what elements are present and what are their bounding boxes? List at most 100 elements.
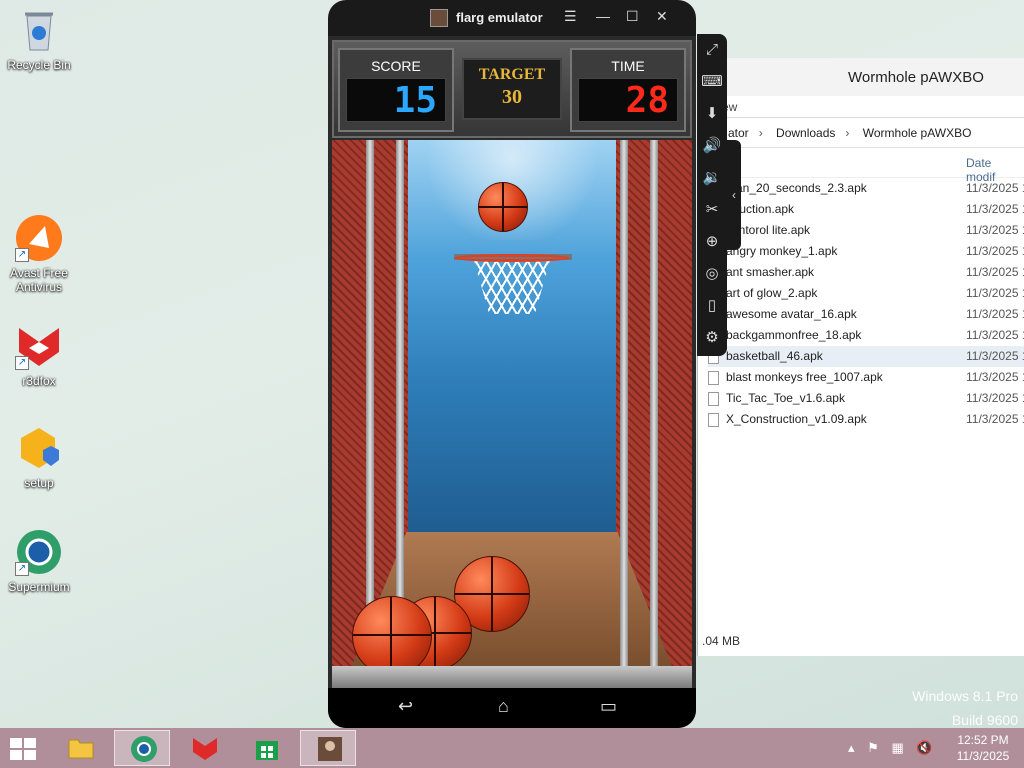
screenshot-cut-icon[interactable]: ✂ — [697, 194, 727, 226]
file-name: man_20_seconds_2.3.apk — [726, 181, 867, 195]
store-icon — [256, 741, 278, 760]
shortcut-arrow-icon: ↗ — [15, 356, 29, 370]
file-row[interactable]: oduction.apk 11/3/2025 1 — [708, 199, 1024, 220]
file-date: 11/3/2025 1 — [966, 307, 1024, 321]
desktop-icon-setup[interactable]: setup — [2, 424, 76, 490]
file-name: basketball_46.apk — [726, 349, 823, 363]
add-instance-icon[interactable]: ⊕ — [697, 226, 727, 258]
file-name: angry monkey_1.apk — [726, 244, 838, 258]
basketball-in-flight — [478, 182, 528, 232]
file-row[interactable]: backgammonfree_18.apk 11/3/2025 1 — [708, 325, 1024, 346]
basketball[interactable] — [352, 596, 432, 666]
taskbar-r3dfox[interactable] — [176, 730, 232, 766]
show-hidden-icons-chevron-icon[interactable]: ▴ — [848, 740, 855, 755]
taskbar-flarg-emulator[interactable] — [300, 730, 356, 766]
file-date: 11/3/2025 1 — [966, 181, 1024, 195]
file-name: blast monkeys free_1007.apk — [726, 370, 883, 384]
column-header-date[interactable]: Date modif — [698, 148, 1024, 184]
android-navbar: ↩ ⌂ ▭ — [328, 688, 696, 728]
shake-icon[interactable]: ▯ — [697, 290, 727, 322]
desktop-icon-recycle-bin[interactable]: Recycle Bin — [2, 6, 76, 72]
network-icon[interactable]: ▦ — [891, 740, 903, 755]
desktop-icon-avast[interactable]: ↗ Avast Free Antivirus — [2, 214, 76, 294]
shortcut-arrow-icon: ↗ — [15, 248, 29, 262]
hoop-rim — [454, 254, 570, 262]
file-row[interactable]: blast monkeys free_1007.apk 11/3/2025 1 — [708, 367, 1024, 388]
emulator-titlebar[interactable]: flarg emulator ☰ — ☐ ✕ — [328, 0, 696, 36]
taskbar-clock[interactable]: 12:52 PM 11/3/2025 — [950, 732, 1016, 764]
breadcrumb[interactable]: ator › Downloads › Wormhole pAWXBO — [698, 118, 1024, 148]
supermium-icon: ↗ — [15, 528, 63, 576]
close-button[interactable]: ✕ — [656, 8, 668, 25]
desktop-icon-label: setup — [24, 476, 54, 490]
file-row[interactable]: X_Construction_v1.09.apk 11/3/2025 1 — [708, 409, 1024, 430]
minimize-button[interactable]: — — [596, 8, 610, 24]
explorer-title: Wormhole pAWXBO — [698, 58, 1024, 96]
keyboard-icon[interactable]: ⌨ — [697, 66, 727, 98]
score-panel: SCORE 15 — [338, 48, 454, 132]
file-row[interactable]: art of glow_2.apk 11/3/2025 1 — [708, 283, 1024, 304]
status-bar-size: .04 MB — [702, 634, 741, 648]
apk-install-icon[interactable]: ⬇ — [697, 98, 727, 130]
flarg-emulator-icon — [318, 737, 342, 761]
settings-gear-icon[interactable]: ⚙ — [697, 322, 727, 354]
target-value: 30 — [502, 86, 522, 108]
home-button-icon[interactable]: ⌂ — [498, 696, 509, 717]
file-explorer-window: Wormhole pAWXBO ew ator › Downloads › Worm… — [697, 58, 1024, 656]
breadcrumb-item[interactable]: ator — [728, 126, 749, 140]
back-button-icon[interactable]: ↩ — [398, 696, 413, 717]
bottom-rail — [332, 666, 692, 688]
desktop-icon-label: r3dfox — [22, 374, 56, 388]
file-row[interactable]: Tic_Tac_Toe_v1.6.apk 11/3/2025 1 — [708, 388, 1024, 409]
volume-up-icon[interactable]: 🔊 — [697, 130, 727, 162]
file-row[interactable]: ant smasher.apk 11/3/2025 1 — [708, 262, 1024, 283]
file-row[interactable]: man_20_seconds_2.3.apk 11/3/2025 1 — [708, 178, 1024, 199]
cage-pole — [650, 140, 658, 666]
setup-icon — [15, 424, 63, 472]
file-date: 11/3/2025 1 — [966, 223, 1024, 237]
cage-pole — [396, 140, 404, 666]
taskbar-supermium[interactable] — [114, 730, 170, 766]
file-date: 11/3/2025 1 — [966, 286, 1024, 300]
recents-button-icon[interactable]: ▭ — [600, 696, 617, 717]
file-date: 11/3/2025 1 — [966, 349, 1024, 363]
chevron-right-icon: › — [845, 126, 850, 140]
file-row[interactable]: awesome avatar_16.apk 11/3/2025 1 — [708, 304, 1024, 325]
file-name: X_Construction_v1.09.apk — [726, 412, 867, 426]
recycle-bin-icon — [15, 6, 63, 54]
explorer-view-menu[interactable]: ew — [698, 96, 1024, 118]
taskbar-file-explorer[interactable] — [52, 730, 108, 766]
start-button-windows-icon[interactable] — [10, 738, 38, 760]
basketball-court[interactable] — [332, 140, 692, 666]
desktop-icon-r3dfox[interactable]: ↗ r3dfox — [2, 322, 76, 388]
file-icon — [708, 392, 719, 406]
basketball-game-screen[interactable]: SCORE 15 TARGET 30 TIME 28 — [328, 36, 696, 688]
scoreboard: SCORE 15 TARGET 30 TIME 28 — [332, 40, 692, 138]
emulator-side-toolbar: ⤢ ⌨ ⬇ 🔊 🔉 ✂ ⊕ ◎ ▯ ⚙ — [697, 34, 727, 356]
file-name: Tic_Tac_Toe_v1.6.apk — [726, 391, 845, 405]
file-row[interactable]: contorol lite.apk 11/3/2025 1 — [708, 220, 1024, 241]
breadcrumb-item[interactable]: Downloads — [776, 126, 835, 140]
watermark-edition: Windows 8.1 Pro — [912, 688, 1018, 704]
fullscreen-icon[interactable]: ⤢ — [697, 34, 727, 66]
cage-pole — [366, 140, 374, 666]
action-center-flag-icon[interactable]: ⚑ — [867, 740, 879, 755]
maximize-button[interactable]: ☐ — [626, 8, 639, 25]
volume-down-icon[interactable]: 🔉 — [697, 162, 727, 194]
time-panel: TIME 28 — [570, 48, 686, 132]
hamburger-menu-icon[interactable]: ☰ — [564, 8, 577, 25]
desktop-icon-supermium[interactable]: ↗ Supermium — [2, 528, 76, 594]
time-label: TIME — [611, 58, 645, 74]
location-icon[interactable]: ◎ — [697, 258, 727, 290]
breadcrumb-item[interactable]: Wormhole pAWXBO — [863, 126, 972, 140]
collapse-toolbar-chevron-icon[interactable]: ‹ — [727, 140, 741, 250]
desktop-icon-label: Recycle Bin — [7, 58, 71, 72]
target-panel: TARGET 30 — [462, 58, 562, 120]
file-date: 11/3/2025 1 — [966, 412, 1024, 426]
file-row[interactable]: angry monkey_1.apk 11/3/2025 1 — [708, 241, 1024, 262]
taskbar-store[interactable] — [238, 730, 294, 766]
volume-muted-icon[interactable]: 🔇 — [916, 740, 932, 755]
file-date: 11/3/2025 1 — [966, 328, 1024, 342]
file-row-selected[interactable]: basketball_46.apk 11/3/2025 1 — [708, 346, 1024, 367]
cage-pole — [620, 140, 628, 666]
